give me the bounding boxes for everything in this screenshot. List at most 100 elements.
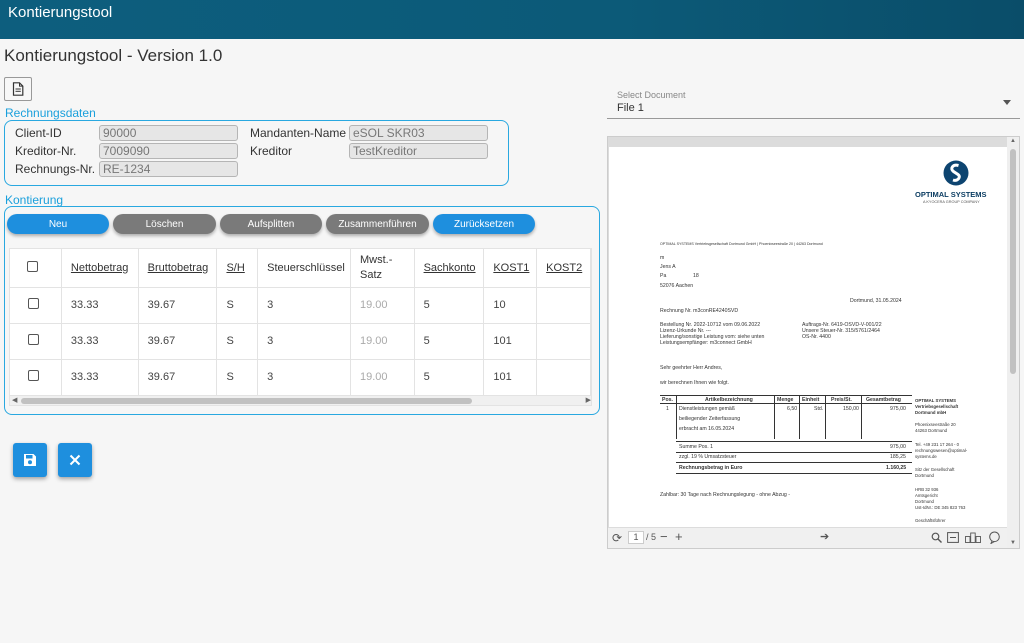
header-kost1-label: KOST1 bbox=[493, 261, 530, 274]
cell-steuerschluessel[interactable]: 3 bbox=[257, 359, 351, 396]
doc-col-art: Artikelbezeichnung bbox=[705, 397, 753, 403]
cell-sachkonto[interactable]: 5 bbox=[414, 323, 485, 360]
zoom-in-icon[interactable]: + bbox=[675, 529, 683, 544]
cell-nettobetrag[interactable]: 33.33 bbox=[61, 359, 139, 396]
kreditor-nr-field[interactable]: 7009090 bbox=[99, 143, 238, 159]
scroll-up-icon[interactable]: ▲ bbox=[1010, 138, 1016, 144]
header-sachkonto-label: Sachkonto bbox=[423, 261, 476, 274]
zoom-out-icon[interactable]: − bbox=[660, 529, 668, 544]
select-document-label: Select Document bbox=[617, 90, 686, 100]
viewer-vertical-scrollbar[interactable]: ▲ ▼ bbox=[1007, 137, 1019, 548]
doc-side6: Tel. +49 231 17 264 - 0 bbox=[915, 442, 960, 447]
client-id-field[interactable]: 90000 bbox=[99, 125, 238, 141]
cell-sh[interactable]: S bbox=[216, 287, 259, 324]
doc-table-vline bbox=[676, 395, 677, 439]
doc-side13: Dortmund bbox=[915, 499, 934, 504]
doc-col-einheit: Einheit bbox=[802, 397, 820, 403]
row-checkbox[interactable] bbox=[28, 370, 39, 381]
zuruecksetzen-button[interactable]: Zurücksetzen bbox=[433, 214, 535, 234]
fit-page-icon[interactable] bbox=[947, 532, 959, 543]
table-horizontal-scrollbar[interactable]: ◀ ▶ bbox=[10, 395, 591, 405]
cell-bruttobetrag[interactable]: 39.67 bbox=[138, 287, 218, 324]
zusammenfuehren-button[interactable]: Zusammenführen bbox=[326, 214, 429, 234]
cell-kost1[interactable]: 101 bbox=[483, 359, 538, 396]
aufsplitten-button[interactable]: Aufsplitten bbox=[220, 214, 322, 234]
table-row[interactable]: 33.33 39.67 S 3 19.00 5 101 bbox=[10, 323, 591, 360]
doc-tax-line bbox=[676, 452, 912, 453]
cell-kost1[interactable]: 10 bbox=[483, 287, 538, 324]
kreditor-nr-label: Kreditor-Nr. bbox=[15, 144, 77, 158]
next-page-icon[interactable]: ➔ bbox=[820, 530, 829, 543]
table-row[interactable]: 33.33 39.67 S 3 19.00 5 10 bbox=[10, 287, 591, 324]
select-all-checkbox[interactable] bbox=[27, 260, 38, 272]
document-icon bbox=[12, 82, 24, 96]
page-number-input[interactable]: 1 bbox=[628, 531, 644, 544]
scroll-right-icon[interactable]: ▶ bbox=[586, 396, 591, 405]
cell-mwst-satz: 19.00 bbox=[350, 359, 415, 396]
cell-bruttobetrag[interactable]: 39.67 bbox=[138, 359, 218, 396]
comment-icon[interactable] bbox=[988, 531, 1001, 544]
table-scroll-thumb[interactable] bbox=[21, 398, 472, 404]
mandanten-name-field[interactable]: eSOL SKR03 bbox=[349, 125, 488, 141]
chevron-down-icon[interactable] bbox=[1003, 100, 1011, 105]
viewer-scroll-thumb[interactable] bbox=[1010, 149, 1016, 374]
doc-tax-label: zzgl. 19 % Umsatzsteuer bbox=[679, 454, 737, 460]
optimal-systems-logo-icon bbox=[943, 160, 969, 186]
loeschen-button[interactable]: Löschen bbox=[113, 214, 216, 234]
cell-nettobetrag[interactable]: 33.33 bbox=[61, 323, 139, 360]
doc-side9: Sitz der Gesellschaft bbox=[915, 467, 955, 472]
select-document-value[interactable]: File 1 bbox=[617, 102, 644, 114]
cell-steuerschluessel[interactable]: 3 bbox=[257, 287, 351, 324]
save-button[interactable] bbox=[13, 443, 47, 477]
cancel-button[interactable] bbox=[58, 443, 92, 477]
doc-side4: Phoenixseestraße 20 bbox=[915, 422, 956, 427]
row-checkbox[interactable] bbox=[28, 334, 39, 345]
header-bruttobetrag[interactable]: Bruttobetrag bbox=[138, 249, 218, 288]
row-checkbox[interactable] bbox=[28, 298, 39, 309]
cell-nettobetrag[interactable]: 33.33 bbox=[61, 287, 139, 324]
cell-kost1[interactable]: 101 bbox=[483, 323, 538, 360]
search-icon[interactable] bbox=[931, 532, 942, 543]
header-sachkonto[interactable]: Sachkonto bbox=[414, 249, 485, 288]
cell-bruttobetrag[interactable]: 39.67 bbox=[138, 323, 218, 360]
doc-row-gesamt: 975,00 bbox=[890, 406, 906, 412]
doc-addr1: m bbox=[660, 255, 665, 261]
neu-button[interactable]: Neu bbox=[7, 214, 109, 234]
cell-kost2[interactable] bbox=[536, 323, 591, 360]
cell-kost2[interactable] bbox=[536, 287, 591, 324]
close-icon bbox=[69, 454, 81, 466]
scroll-down-icon[interactable]: ▼ bbox=[1010, 540, 1016, 546]
cell-sachkonto[interactable]: 5 bbox=[414, 287, 485, 324]
scroll-left-icon[interactable]: ◀ bbox=[12, 396, 17, 405]
cell-steuerschluessel[interactable]: 3 bbox=[257, 323, 351, 360]
header-sh[interactable]: S/H bbox=[216, 249, 259, 288]
doc-row-menge: 6,50 bbox=[787, 406, 798, 412]
page-layout-icon[interactable] bbox=[965, 532, 981, 543]
doc-brand-sub: A KYOCERA GROUP COMPANY bbox=[923, 200, 980, 204]
refresh-icon[interactable]: ⟳ bbox=[612, 531, 622, 545]
doc-side15: Geschäftsführer bbox=[915, 518, 946, 523]
cell-sachkonto[interactable]: 5 bbox=[414, 359, 485, 396]
header-kost1[interactable]: KOST1 bbox=[483, 249, 538, 288]
doc-brand: OPTIMAL SYSTEMS bbox=[915, 190, 987, 199]
kreditor-label: Kreditor bbox=[250, 144, 293, 158]
mandanten-name-label: Mandanten-Name bbox=[250, 126, 347, 140]
doc-side11: HRB 32 936 bbox=[915, 487, 939, 492]
select-document-underline bbox=[607, 118, 1020, 119]
header-nettobetrag[interactable]: Nettobetrag bbox=[61, 249, 139, 288]
document-button[interactable] bbox=[4, 77, 32, 101]
rechnungs-nr-field[interactable]: RE-1234 bbox=[99, 161, 238, 177]
cell-sh[interactable]: S bbox=[216, 359, 259, 396]
doc-side1: OPTIMAL SYSTEMS bbox=[915, 398, 956, 403]
kreditor-field[interactable]: TestKreditor bbox=[349, 143, 488, 159]
cell-sh[interactable]: S bbox=[216, 323, 259, 360]
header-nettobetrag-label: Nettobetrag bbox=[70, 261, 129, 274]
header-kost2[interactable]: KOST2 bbox=[536, 249, 591, 288]
doc-right3: OS-Nr. 4400 bbox=[802, 334, 831, 340]
doc-row-art1: Dienstleistungen gemäß bbox=[679, 406, 735, 412]
doc-table-vline bbox=[774, 395, 775, 439]
table-row[interactable]: 33.33 39.67 S 3 19.00 5 101 bbox=[10, 359, 591, 396]
cell-kost2[interactable] bbox=[536, 359, 591, 396]
cell-mwst-satz: 19.00 bbox=[350, 287, 415, 324]
header-steuerschluessel-label: Steuerschlüssel bbox=[267, 261, 345, 274]
